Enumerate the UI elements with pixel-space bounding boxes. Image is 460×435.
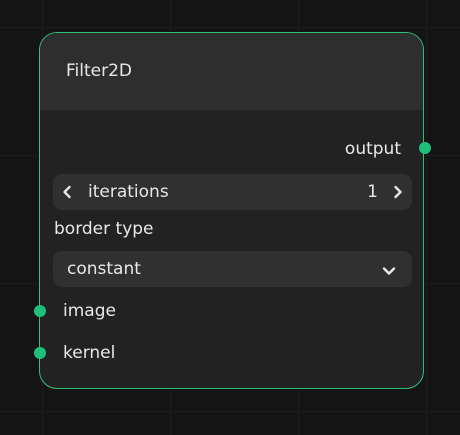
- border-type-value: constant: [67, 259, 141, 279]
- output-port-socket[interactable]: [419, 142, 431, 154]
- border-type-label: border type: [54, 219, 154, 239]
- chevron-right-icon: [394, 185, 402, 199]
- border-type-select[interactable]: constant: [53, 251, 412, 287]
- kernel-port-label: kernel: [63, 343, 116, 363]
- image-port-socket[interactable]: [34, 305, 46, 317]
- kernel-port-socket[interactable]: [34, 347, 46, 359]
- image-port-label: image: [63, 301, 116, 321]
- output-port-label: output: [344, 139, 401, 159]
- decrement-button[interactable]: [54, 174, 80, 210]
- increment-button[interactable]: [385, 174, 411, 210]
- filter2d-node[interactable]: Filter2D output iterations 1 border type…: [34, 32, 431, 389]
- iterations-label: iterations: [88, 182, 169, 202]
- node-header[interactable]: Filter2D: [40, 33, 423, 110]
- chevron-left-icon: [63, 185, 71, 199]
- node-title: Filter2D: [66, 61, 133, 81]
- chevron-down-icon: [382, 262, 396, 281]
- iterations-stepper[interactable]: iterations 1: [53, 174, 412, 210]
- iterations-value: 1: [367, 182, 378, 202]
